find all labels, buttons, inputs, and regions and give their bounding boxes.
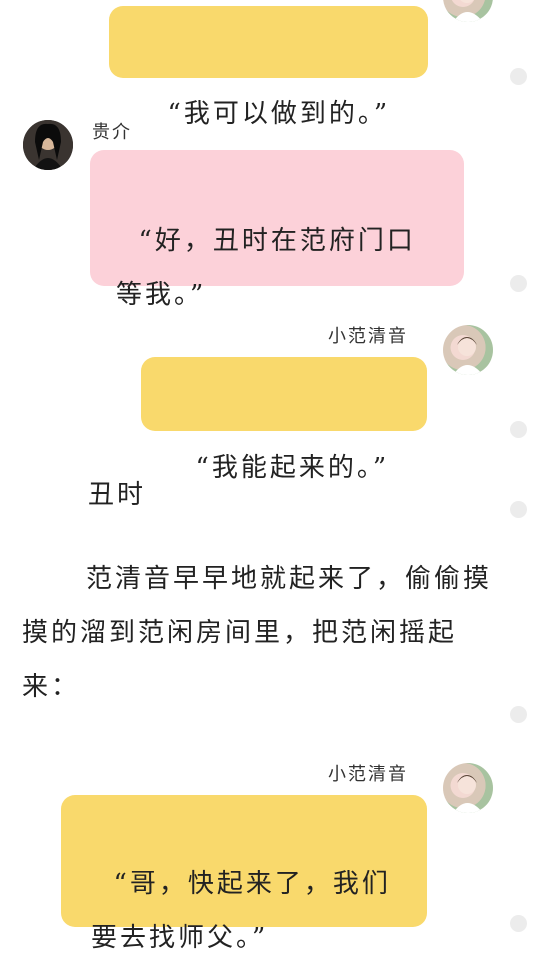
scroll-dot	[510, 68, 527, 85]
sender-name: 小范清音	[328, 764, 408, 785]
time-label: 丑时	[88, 480, 147, 510]
avatar-guijie[interactable]	[23, 120, 73, 170]
message-text: “好，丑时在范府门口等我。”	[116, 226, 416, 310]
message-bubble-1: “我可以做到的。”	[109, 6, 428, 129]
scroll-dot	[510, 275, 527, 292]
message-bubble-3: “我能起来的。”	[141, 357, 427, 483]
scroll-dot	[510, 501, 527, 518]
message-bubble-2: “好，丑时在范府门口等我。”	[90, 150, 464, 310]
sender-name: 小范清音	[328, 326, 408, 347]
avatar-xiaofan-qingyin[interactable]	[443, 0, 493, 22]
scroll-dot	[510, 706, 527, 723]
scroll-dot	[510, 421, 527, 438]
message-text: “哥，快起来了，我们要去找师父。”	[91, 869, 391, 953]
scroll-dot	[510, 915, 527, 932]
avatar-xiaofan-qingyin[interactable]	[443, 325, 493, 375]
avatar-xiaofan-qingyin[interactable]	[443, 763, 493, 813]
narration-paragraph: 范清音早早地就起来了，偷偷摸摸的溜到范闲房间里，把范闲摇起来：	[22, 564, 493, 702]
message-text: “我可以做到的。”	[167, 99, 391, 129]
message-bubble-4: “哥，快起来了，我们要去找师父。”	[61, 795, 427, 953]
sender-name: 贵介	[92, 122, 132, 143]
